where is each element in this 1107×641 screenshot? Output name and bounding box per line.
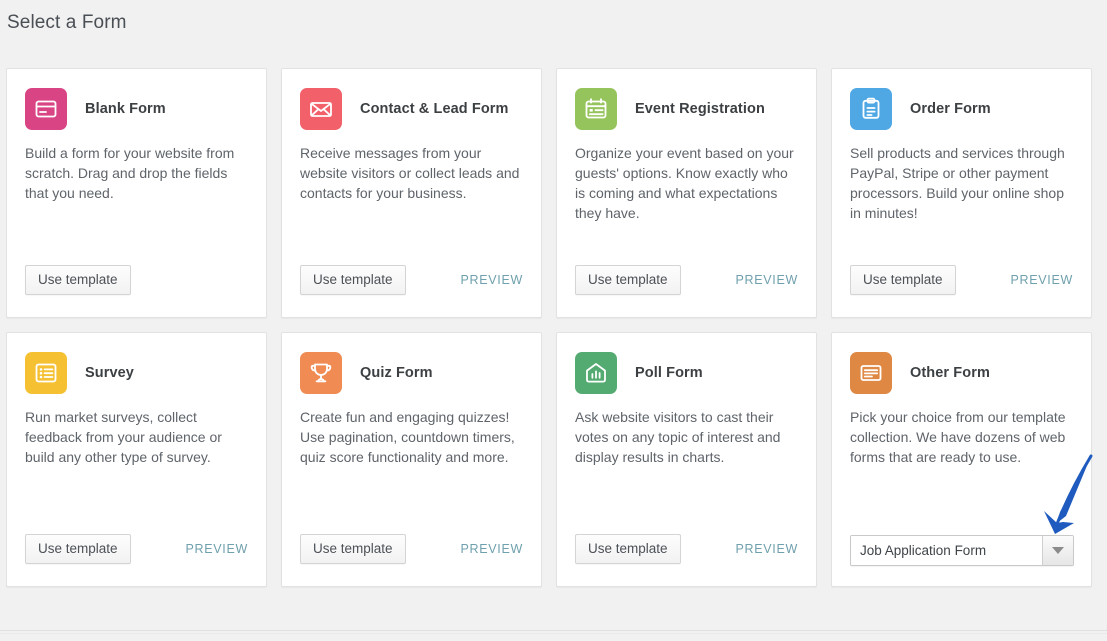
form-template-picker-page: Select a Form Blank Form Build a form for… bbox=[0, 0, 1107, 641]
list-table-icon bbox=[25, 352, 67, 394]
card-header-quiz-form: Quiz Form bbox=[300, 351, 523, 395]
card-title-poll-form: Poll Form bbox=[635, 365, 703, 381]
article-icon bbox=[850, 352, 892, 394]
other-form-select-arrow[interactable] bbox=[1042, 536, 1073, 565]
preview-link-quiz-form[interactable]: PREVIEW bbox=[460, 542, 523, 556]
card-description-contact-lead-form: Receive messages from your website visit… bbox=[300, 145, 520, 201]
card-header-survey: Survey bbox=[25, 351, 248, 395]
bottom-divider bbox=[0, 630, 1107, 631]
use-template-button-blank-form[interactable]: Use template bbox=[25, 265, 131, 295]
card-title-blank-form: Blank Form bbox=[85, 101, 166, 117]
page-title: Select a Form bbox=[7, 12, 127, 33]
card-description-event-registration: Organize your event based on your guests… bbox=[575, 145, 794, 221]
card-description-order-form: Sell products and services through PayPa… bbox=[850, 145, 1065, 221]
preview-link-poll-form[interactable]: PREVIEW bbox=[735, 542, 798, 556]
use-template-button-contact-lead-form[interactable]: Use template bbox=[300, 265, 406, 295]
chevron-down-icon bbox=[1052, 547, 1064, 554]
card-header-blank-form: Blank Form bbox=[25, 87, 248, 131]
template-card-order-form: Order Form Sell products and services thr… bbox=[831, 68, 1092, 318]
preview-link-event-registration[interactable]: PREVIEW bbox=[735, 273, 798, 287]
card-description-poll-form: Ask website visitors to cast their votes… bbox=[575, 409, 781, 465]
card-title-quiz-form: Quiz Form bbox=[360, 365, 433, 381]
card-footer-blank-form: Use template bbox=[25, 265, 248, 295]
clipboard-icon bbox=[850, 88, 892, 130]
use-template-button-quiz-form[interactable]: Use template bbox=[300, 534, 406, 564]
card-footer-event-registration: Use template PREVIEW bbox=[575, 265, 798, 295]
card-title-contact-lead-form: Contact & Lead Form bbox=[360, 101, 509, 117]
card-header-poll-form: Poll Form bbox=[575, 351, 798, 395]
card-header-order-form: Order Form bbox=[850, 87, 1073, 131]
template-card-contact-lead-form: Contact & Lead Form Receive messages from… bbox=[281, 68, 542, 318]
card-description-blank-form: Build a form for your website from scrat… bbox=[25, 145, 235, 201]
card-header-contact-lead-form: Contact & Lead Form bbox=[300, 87, 523, 131]
trophy-icon bbox=[300, 352, 342, 394]
template-card-poll-form: Poll Form Ask website visitors to cast th… bbox=[556, 332, 817, 587]
template-card-survey: Survey Run market surveys, collect feedba… bbox=[6, 332, 267, 587]
card-footer-order-form: Use template PREVIEW bbox=[850, 265, 1073, 295]
card-footer-poll-form: Use template PREVIEW bbox=[575, 534, 798, 564]
template-card-quiz-form: Quiz Form Create fun and engaging quizzes… bbox=[281, 332, 542, 587]
other-form-template-select[interactable]: Job Application Form bbox=[850, 535, 1074, 566]
use-template-button-survey[interactable]: Use template bbox=[25, 534, 131, 564]
envelope-icon bbox=[300, 88, 342, 130]
other-form-select-value[interactable]: Job Application Form bbox=[851, 536, 1042, 565]
card-title-event-registration: Event Registration bbox=[635, 101, 765, 117]
preview-link-order-form[interactable]: PREVIEW bbox=[1010, 273, 1073, 287]
card-footer-quiz-form: Use template PREVIEW bbox=[300, 534, 523, 564]
preview-link-survey[interactable]: PREVIEW bbox=[185, 542, 248, 556]
card-title-order-form: Order Form bbox=[910, 101, 991, 117]
bar-chart-icon bbox=[575, 352, 617, 394]
calendar-icon bbox=[575, 88, 617, 130]
card-footer-contact-lead-form: Use template PREVIEW bbox=[300, 265, 523, 295]
card-description-other-form: Pick your choice from our template colle… bbox=[850, 409, 1066, 465]
card-title-survey: Survey bbox=[85, 365, 134, 381]
use-template-button-event-registration[interactable]: Use template bbox=[575, 265, 681, 295]
card-header-other-form: Other Form bbox=[850, 351, 1073, 395]
card-header-event-registration: Event Registration bbox=[575, 87, 798, 131]
bottom-divider-secondary bbox=[0, 633, 1107, 634]
use-template-button-poll-form[interactable]: Use template bbox=[575, 534, 681, 564]
use-template-button-order-form[interactable]: Use template bbox=[850, 265, 956, 295]
card-description-quiz-form: Create fun and engaging quizzes! Use pag… bbox=[300, 409, 515, 465]
card-description-survey: Run market surveys, collect feedback fro… bbox=[25, 409, 222, 465]
template-card-event-registration: Event Registration Organize your event ba… bbox=[556, 68, 817, 318]
card-title-other-form: Other Form bbox=[910, 365, 990, 381]
card-footer-survey: Use template PREVIEW bbox=[25, 534, 248, 564]
template-card-grid: Blank Form Build a form for your website … bbox=[6, 68, 1102, 587]
template-card-blank-form: Blank Form Build a form for your website … bbox=[6, 68, 267, 318]
preview-link-contact-lead-form[interactable]: PREVIEW bbox=[460, 273, 523, 287]
template-card-other-form: Other Form Pick your choice from our temp… bbox=[831, 332, 1092, 587]
browser-window-icon bbox=[25, 88, 67, 130]
